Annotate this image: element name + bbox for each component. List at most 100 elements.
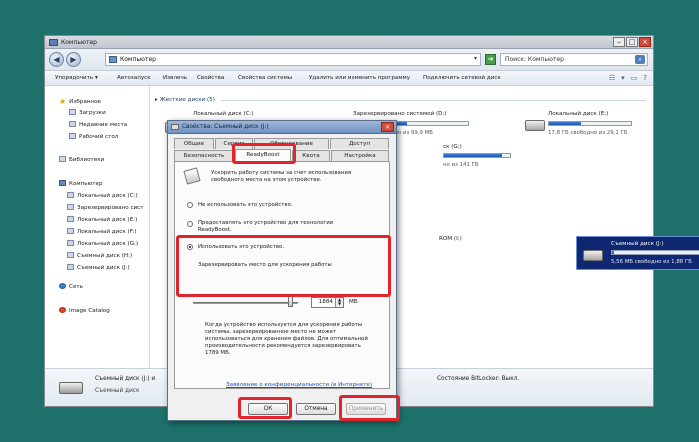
details-name: Съемный диск (J:) и [95,376,156,382]
drive-e-name[interactable]: Локальный диск (E:) [548,111,608,117]
sidebar-item-favorites[interactable]: ★ Избранное [59,97,101,106]
radio-use-device[interactable] [187,244,193,250]
usage-fill [612,251,615,254]
drive-c-name[interactable]: Локальный диск (C:) [193,111,254,117]
spin-arrows-icon[interactable]: ▲ ▼ [335,298,343,307]
drive-g-free: но из 141 ГБ [443,162,479,168]
tab-tools[interactable]: Сервис [215,138,253,149]
tab-security[interactable]: Безопасность [174,150,234,161]
search-icon[interactable]: ⌕ [635,55,645,64]
drive-j-usage-bar [611,250,699,255]
maximize-button[interactable]: □ [626,37,638,47]
drive-e-usage-bar [548,121,632,126]
drive-j-tile-selected[interactable]: Съемный диск (J:) 5,56 МБ свободно из 1,… [576,236,699,270]
apply-button[interactable]: Применить [346,403,386,415]
reserve-slider-track[interactable] [193,302,298,304]
tab-sharing[interactable]: Доступ [330,138,389,149]
cmd-properties[interactable]: Свойства [197,75,224,81]
network-icon [59,283,66,289]
usage-fill [549,122,581,125]
star-icon: ★ [59,97,67,106]
dialog-close-button[interactable]: × [381,122,394,132]
search-placeholder: Поиск: Компьютер [505,56,564,63]
sidebar-item-computer[interactable]: Компьютер [59,180,103,187]
radio-do-not-use[interactable] [187,202,193,208]
hard-drive-icon [525,120,545,131]
cmd-organize[interactable]: Упорядочить ▾ [55,75,98,81]
library-icon [59,156,66,162]
minimize-button[interactable]: – [613,37,625,47]
tab-quota[interactable]: Квота [292,150,330,161]
folder-icon [69,121,76,127]
drive-i-name[interactable]: ROM (I:) [439,236,462,242]
sidebar-item-drive-c[interactable]: Локальный диск (C:) [67,192,138,199]
explorer-titlebar: Компьютер – □ × [45,36,653,49]
address-field[interactable]: Компьютер ▾ [105,53,481,66]
tab-readyboost[interactable]: ReadyBoost [235,149,291,162]
reserve-size-stepper[interactable]: 1884 ▲ ▼ [311,297,344,308]
computer-icon [59,180,66,186]
drive-e-free: 17,8 ГБ свободно из 29,1 ГБ [548,130,628,136]
command-bar: Упорядочить ▾ Автозапуск Извлечь Свойств… [45,71,653,86]
sidebar-item-drive-h[interactable]: Съемный диск (H:) [67,252,132,259]
sidebar-item-libraries[interactable]: Библиотеки [59,156,104,163]
drive-icon [67,240,74,246]
search-input[interactable]: Поиск: Компьютер ⌕ [500,53,648,66]
sidebar-item-drive-f[interactable]: Локальный диск (F:) [67,228,137,235]
cancel-button[interactable]: Отмена [296,403,336,415]
drive-icon [67,228,74,234]
help-icon[interactable]: ? [643,74,647,82]
usb-drive-icon [67,252,74,258]
sidebar-item-image-catalog[interactable]: Image Catalog [59,307,110,314]
radio-dedicate[interactable] [187,221,193,227]
sidebar-item-network[interactable]: Сеть [59,283,83,290]
reserve-label: Зарезервировать место для ускорения рабо… [198,262,332,268]
desktop-icon [69,133,76,139]
group-header-hdd[interactable]: ▸ Жесткие диски (5) [155,97,215,103]
details-bitlocker: Состояние BitLocker: Выкл. [437,376,520,382]
cmd-system-properties[interactable]: Свойства системы [238,75,292,81]
drive-d-name[interactable]: Зарезервировано системой (D:) [353,111,447,117]
drive-j-name: Съемный диск (J:) [611,241,664,247]
sidebar-item-recent[interactable]: Недавние места [69,121,127,128]
readyboost-intro: Ускорить работу системы за счет использо… [211,170,352,183]
opt-dedicate-label: Предоставлять это устройство для техноло… [198,220,334,233]
sidebar-item-downloads[interactable]: Загрузки [69,109,106,116]
navigation-pane: ★ Избранное Загрузки Недавние места Рабоч… [45,86,150,368]
drive-icon [67,204,74,210]
cmd-uninstall[interactable]: Удалить или изменить программу [309,75,410,81]
refresh-button[interactable]: ➜ [485,54,496,65]
group-divider [221,100,646,101]
sidebar-item-desktop[interactable]: Рабочий стол [69,133,118,140]
address-text: Компьютер [120,56,156,63]
reserve-size-value: 1884 [318,299,333,305]
usb-drive-icon [67,264,74,270]
close-button[interactable]: × [639,37,651,47]
cmd-autoplay[interactable]: Автозапуск [117,75,151,81]
drive-g-name[interactable]: ск (G:) [443,144,462,150]
privacy-statement-link[interactable]: Заявление о конфиденциальности (в Интерн… [226,382,372,388]
sidebar-item-drive-j[interactable]: Съемный диск (J:) [67,264,130,271]
tab-general[interactable]: Общие [174,138,214,149]
chevron-down-icon[interactable]: ▾ [621,74,625,82]
reserve-slider-thumb[interactable] [288,296,293,307]
ok-button[interactable]: ОК [248,403,288,415]
drive-j-free: 5,56 МБ свободно из 1,88 ГБ [611,259,692,265]
cmd-eject[interactable]: Извлечь [163,75,187,81]
image-catalog-icon [59,307,66,313]
sidebar-item-drive-e[interactable]: Локальный диск (E:) [67,216,137,223]
computer-icon [109,56,117,63]
forward-button[interactable]: ▶ [66,52,81,67]
cmd-map-network-drive[interactable]: Подключить сетевой диск [423,75,501,81]
tab-hardware[interactable]: Оборудование [254,138,329,149]
chevron-down-icon[interactable]: ▾ [474,55,477,62]
back-button[interactable]: ◀ [49,52,64,67]
opt-do-not-use-label: Не использовать это устройство. [198,202,293,208]
view-icon[interactable]: ☷ [609,74,615,82]
drive-icon [67,216,74,222]
tab-customize[interactable]: Настройка [331,150,389,161]
preview-pane-icon[interactable]: ▭ [631,74,638,82]
sidebar-item-drive-d[interactable]: Зарезервировано сист [67,204,144,211]
sidebar-item-drive-g[interactable]: Локальный диск (G:) [67,240,138,247]
view-controls: ☷ ▾ ▭ ? [609,74,647,82]
